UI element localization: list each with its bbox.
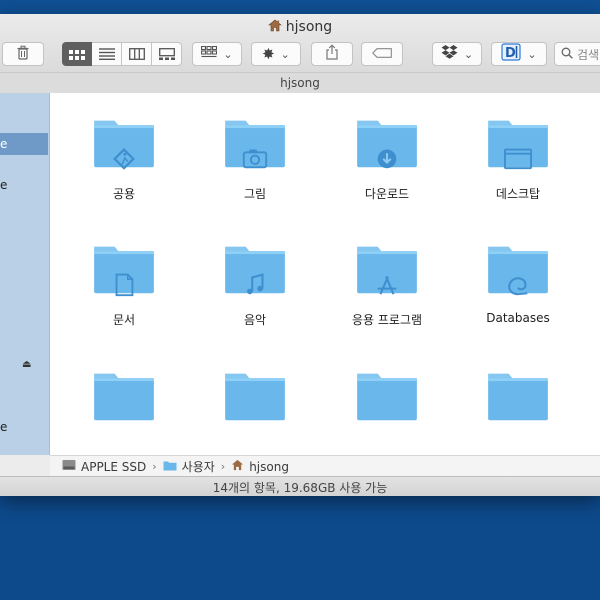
view-mode-segment: [62, 42, 182, 66]
hard-drive-icon: [62, 459, 76, 474]
toolbar: ⌄ ✸ ⌄ ⌄ D ⌄ 검색: [0, 40, 600, 70]
folder-label: 응용 프로그램: [351, 313, 423, 327]
trash-icon: [16, 45, 30, 64]
public-walk-icon: [94, 120, 154, 170]
tag-icon: [372, 47, 392, 62]
view-list-button[interactable]: [92, 42, 122, 66]
svg-text:D: D: [505, 46, 516, 61]
columns-view-icon: [128, 45, 145, 64]
chevron-down-icon: ⌄: [527, 47, 537, 61]
dropbox-icon: [441, 45, 458, 63]
folder-label: 문서: [112, 313, 136, 327]
group-by-button[interactable]: ⌄: [192, 42, 242, 66]
chevron-right-icon: ›: [152, 460, 157, 473]
eject-icon[interactable]: ⏏: [22, 359, 31, 370]
chevron-down-icon: ⌄: [223, 47, 233, 61]
folder-label: 음악: [243, 313, 267, 327]
folder-item[interactable]: Databases: [458, 241, 578, 325]
desktop-window-icon: [488, 120, 548, 170]
sidebar-item[interactable]: e: [0, 178, 7, 192]
search-field[interactable]: 검색: [554, 42, 600, 66]
music-note-icon: [225, 246, 285, 295]
folder-label: 그림: [243, 187, 267, 201]
window-title-text: hjsong: [285, 19, 333, 35]
camera-icon: [225, 120, 285, 169]
path-bar: APPLE SSD › 사용자 › hjsong: [50, 455, 600, 477]
folder-label: Databases: [486, 311, 550, 325]
folder-label: 데스크탑: [495, 187, 541, 201]
desktop-background: [0, 0, 600, 14]
folder-item[interactable]: [64, 368, 184, 438]
folder-icon: [488, 373, 548, 421]
folder-item[interactable]: 데스크탑: [458, 115, 578, 202]
search-placeholder: 검색: [577, 47, 600, 62]
view-gallery-button[interactable]: [152, 42, 182, 66]
file-icon-grid: 공용 그림 다운로드 데스크탑문서 음악 응용 프로그램 Databases: [50, 93, 600, 455]
sidebar-item[interactable]: e: [0, 420, 7, 434]
gallery-view-icon: [158, 45, 175, 64]
home-icon: [231, 459, 244, 474]
group-grid-icon: [201, 45, 218, 62]
folder-item[interactable]: 문서: [64, 241, 184, 328]
chevron-down-icon: ⌄: [280, 47, 290, 61]
folder-label: 다운로드: [364, 187, 410, 201]
folder-item[interactable]: [195, 368, 315, 438]
share-icon: [325, 44, 339, 64]
chevron-down-icon: ⌄: [463, 47, 474, 61]
folder-label: 공용: [112, 187, 136, 201]
chevron-right-icon: ›: [220, 460, 226, 473]
view-icons-button[interactable]: [62, 42, 92, 66]
finder-window: hjsong ⌄ ✸ ⌄ ⌄ D ⌄ 검색 hjsong e e ⏏ e 공용 …: [0, 14, 600, 496]
folder-icon: [94, 373, 154, 421]
folder-item[interactable]: [327, 368, 447, 438]
action-button[interactable]: ✸ ⌄: [251, 42, 301, 66]
folder-item[interactable]: 그림: [195, 115, 315, 202]
title-bar: hjsong ⌄ ✸ ⌄ ⌄ D ⌄ 검색 hjsong: [0, 14, 600, 93]
folder-item[interactable]: 공용: [64, 115, 184, 202]
breadcrumb-home[interactable]: hjsong: [231, 459, 289, 474]
sidebar-item-selected[interactable]: e: [0, 137, 7, 151]
trash-button[interactable]: [2, 42, 44, 66]
sidebar: e e ⏏ e: [0, 93, 50, 455]
folder-item[interactable]: 응용 프로그램: [327, 241, 447, 328]
breadcrumb-disk[interactable]: APPLE SSD: [62, 459, 146, 474]
grid-view-icon: [69, 45, 85, 64]
view-columns-button[interactable]: [122, 42, 152, 66]
status-bar: 14개의 항목, 19.68GB 사용 가능: [0, 476, 600, 496]
folder-item[interactable]: 다운로드: [327, 115, 447, 202]
dash-app-icon: D: [501, 43, 521, 65]
gear-icon: ✸: [262, 45, 275, 63]
folder-path-title: hjsong: [0, 72, 600, 93]
share-button[interactable]: [311, 42, 353, 66]
folder-item[interactable]: 음악: [195, 241, 315, 328]
folder-icon: [163, 460, 177, 474]
window-title: hjsong: [0, 16, 600, 38]
app-store-icon: [357, 246, 417, 295]
folder-item[interactable]: [458, 368, 578, 438]
list-view-icon: [98, 45, 115, 64]
folder-icon: [225, 373, 285, 421]
dash-button[interactable]: D ⌄: [491, 42, 547, 66]
tag-button[interactable]: [361, 42, 403, 66]
home-icon: [267, 19, 282, 36]
download-icon: [357, 120, 417, 169]
breadcrumb-users[interactable]: 사용자: [163, 458, 215, 475]
shell-icon: [488, 246, 548, 296]
folder-icon: [357, 373, 417, 421]
dropbox-button[interactable]: ⌄: [432, 42, 482, 66]
search-icon: [561, 47, 573, 62]
document-icon: [94, 246, 154, 297]
